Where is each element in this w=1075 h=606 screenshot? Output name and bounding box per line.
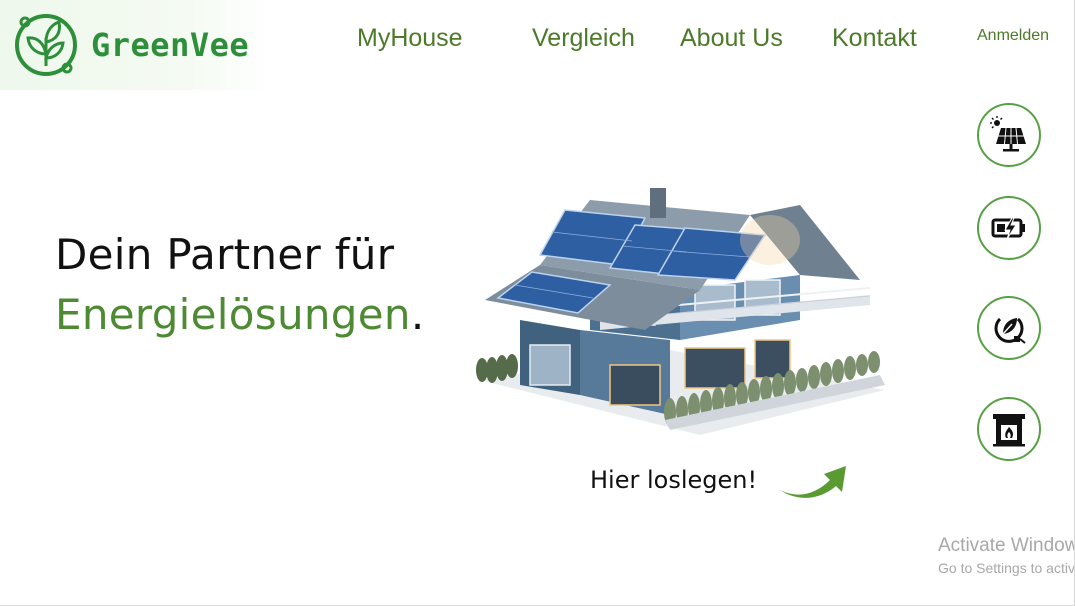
hero-headline-punct: . bbox=[410, 290, 425, 339]
hero-headline-accent: Energielösungen bbox=[55, 290, 411, 339]
page-clip: GreenVee MyHouse Vergleich About Us Kont… bbox=[0, 0, 1075, 605]
energy-button[interactable] bbox=[977, 296, 1041, 360]
battery-button[interactable] bbox=[977, 196, 1041, 260]
fireplace-icon bbox=[993, 414, 1025, 447]
battery-charging-icon bbox=[991, 217, 1025, 240]
brand-name: GreenVee bbox=[91, 26, 250, 64]
nav-myhouse[interactable]: MyHouse bbox=[357, 24, 463, 53]
leaf-circuit-icon bbox=[15, 14, 77, 76]
cta-button[interactable]: Hier loslegen! bbox=[590, 466, 757, 494]
solar-panel-icon bbox=[990, 116, 1026, 152]
nav-kontakt[interactable]: Kontakt bbox=[832, 24, 917, 53]
heating-button[interactable] bbox=[977, 397, 1041, 461]
nav-vergleich[interactable]: Vergleich bbox=[532, 24, 635, 53]
login-link[interactable]: Anmelden bbox=[977, 27, 1049, 45]
activation-watermark-subtitle: Go to Settings to activate Windows. bbox=[938, 560, 1075, 576]
page: GreenVee MyHouse Vergleich About Us Kont… bbox=[0, 0, 1075, 606]
hero-headline-line1: Dein Partner für bbox=[55, 230, 395, 279]
curved-arrow-right-icon[interactable] bbox=[778, 462, 848, 502]
energy-plug-leaf-icon bbox=[994, 317, 1026, 344]
solar-house-illustration bbox=[476, 188, 885, 435]
nav-about-us[interactable]: About Us bbox=[680, 24, 783, 53]
logo-block[interactable]: GreenVee bbox=[0, 0, 272, 90]
solar-button[interactable] bbox=[977, 103, 1041, 167]
hero-headline-line2: Energielösungen. bbox=[55, 290, 424, 339]
activation-watermark-title: Activate Windows bbox=[938, 535, 1075, 556]
